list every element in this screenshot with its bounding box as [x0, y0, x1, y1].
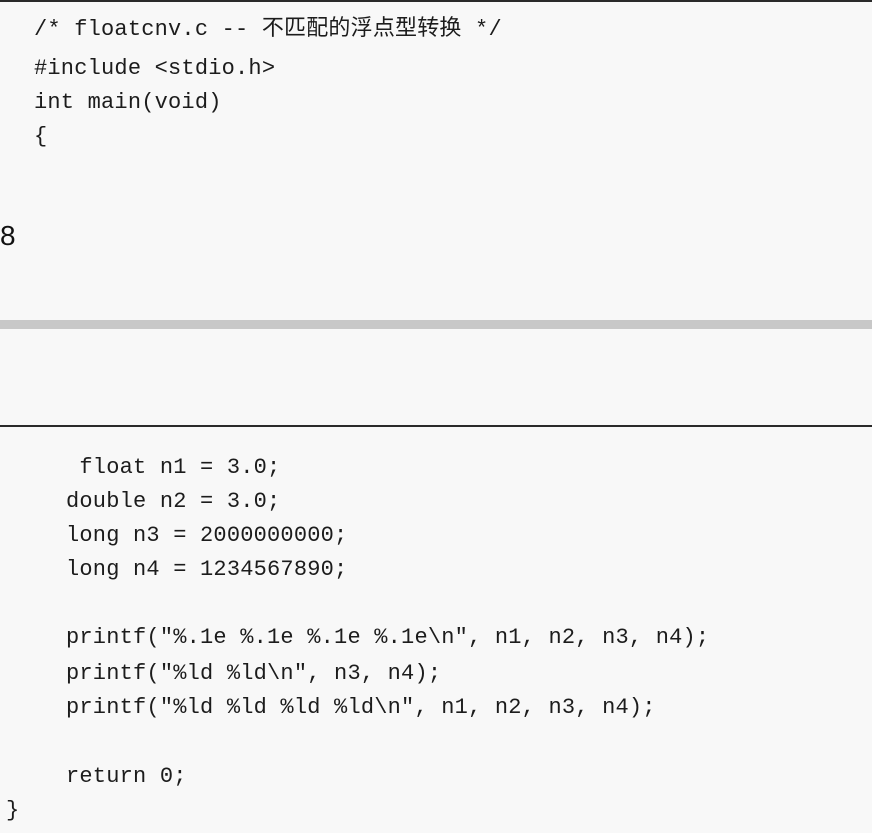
code-line-include: #include <stdio.h> — [34, 56, 276, 81]
code-line-long-n3-decl: long n3 = 2000000000; — [66, 523, 348, 548]
code-line-main-signature: int main(void) — [34, 90, 222, 115]
page-number: 8 — [0, 220, 16, 251]
code-line-return: return 0; — [66, 764, 187, 789]
code-line-double-decl: double n2 = 3.0; — [66, 489, 281, 514]
code-panel-top: /* floatcnv.c -- 不匹配的浮点型转换 */ #include <… — [0, 0, 872, 320]
code-line-printf-ld-two: printf("%ld %ld\n", n3, n4); — [66, 661, 442, 686]
code-line-long-n4-decl: long n4 = 1234567890; — [66, 557, 348, 582]
code-line-comment: /* floatcnv.c -- 不匹配的浮点型转换 */ — [34, 17, 502, 42]
page-separator — [0, 320, 872, 329]
code-line-open-brace: { — [34, 124, 48, 149]
section-divider — [0, 425, 872, 427]
code-line-printf-ld-four: printf("%ld %ld %ld %ld\n", n1, n2, n3, … — [66, 695, 656, 720]
code-line-float-decl: float n1 = 3.0; — [66, 455, 281, 480]
code-line-printf-e: printf("%.1e %.1e %.1e %.1e\n", n1, n2, … — [66, 625, 710, 650]
code-line-close-brace: } — [6, 798, 20, 823]
